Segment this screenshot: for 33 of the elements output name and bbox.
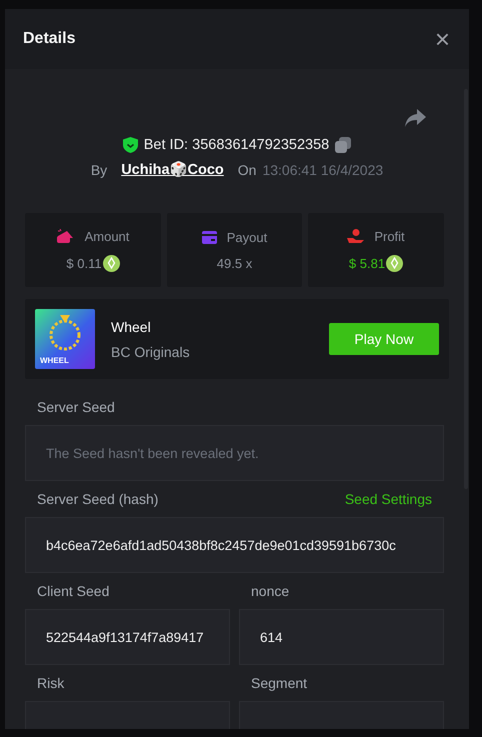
share-icon[interactable]: [405, 109, 426, 127]
card-icon: [202, 230, 217, 244]
input-field[interactable]: b4c6ea72e6afd1ad50438bf8c2457de9e01cd39591b6730c: [25, 517, 444, 573]
person-hand-icon: [347, 229, 364, 243]
game-provider: BC Originals: [111, 344, 191, 360]
input-field[interactable]: 522544a9f13174f7a89417: [25, 609, 230, 665]
input-field[interactable]: The Seed hasn't been revealed yet.: [25, 425, 444, 481]
input-field[interactable]: 614: [239, 609, 444, 665]
bet-time: 13:06:41 16/4/2023: [262, 162, 384, 178]
field-label: Client Seed: [37, 583, 110, 599]
seed-settings-link[interactable]: Seed Settings: [344, 491, 432, 507]
game-name: Wheel: [111, 318, 152, 334]
stat-label: Amount: [84, 228, 130, 244]
field-label: Server Seed: [37, 399, 115, 415]
field-label: Server Seed (hash): [37, 491, 158, 507]
field-label: Risk: [37, 675, 64, 691]
field-label: Segment: [251, 675, 308, 691]
game-thumbnail[interactable]: WHEEL: [35, 309, 95, 369]
on-label: On: [238, 162, 256, 178]
username-link[interactable]: Uchiha🎲Coco: [121, 161, 224, 178]
bet-id: Bet ID: 35683614792352358: [144, 137, 330, 153]
wallet-icon: [56, 229, 75, 243]
field-label: nonce: [251, 583, 290, 599]
dialog-title: Details: [23, 30, 76, 48]
by-label: By: [90, 162, 108, 178]
stat-value: $ 0.11: [66, 256, 102, 270]
stat-label: Payout: [226, 230, 268, 244]
stat-value: 49.5 x: [216, 256, 252, 270]
close-button[interactable]: ×: [434, 26, 450, 52]
stat-value: $ 5.81: [348, 256, 386, 270]
stat-label: Profit: [374, 228, 405, 244]
copy-icon[interactable]: [335, 137, 352, 153]
thumbnail-text: WHEEL: [40, 356, 69, 365]
